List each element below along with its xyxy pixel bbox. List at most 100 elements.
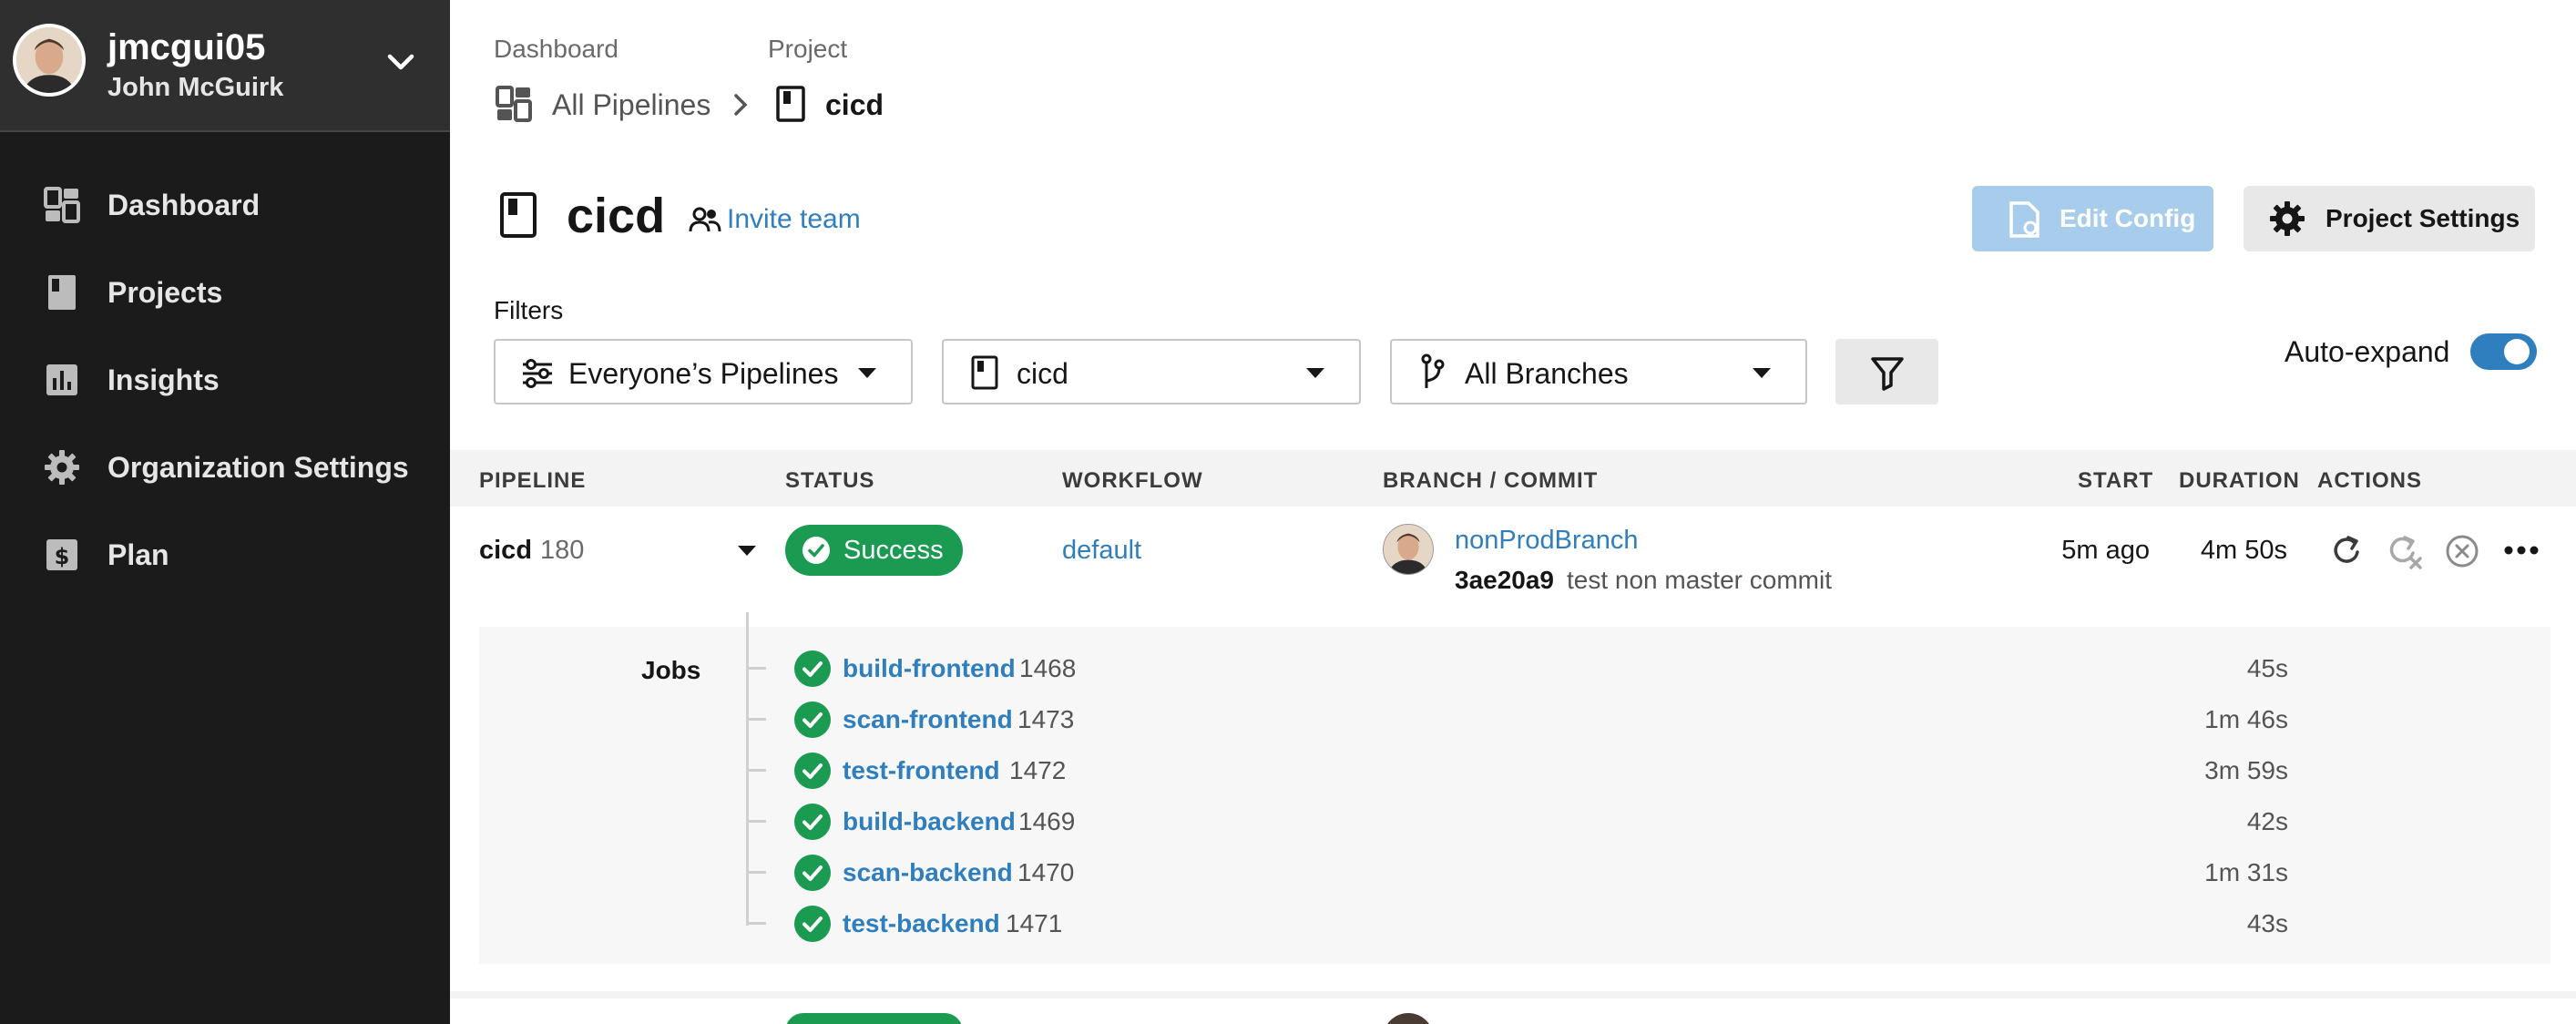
column-header-actions: ACTIONS: [2317, 468, 2422, 493]
filter-button[interactable]: [1835, 339, 1938, 404]
job-duration: 1m 46s: [2204, 705, 2288, 733]
project-filter-select[interactable]: cicd: [942, 339, 1361, 404]
toggle-knob: [2504, 339, 2530, 364]
column-header-duration: DURATION: [2179, 468, 2300, 493]
branch-filter-select[interactable]: All Branches: [1390, 339, 1807, 404]
breadcrumb-project-label: Project: [768, 35, 848, 63]
check-circle-icon: [794, 650, 831, 687]
people-icon: [689, 207, 721, 232]
job-name-link[interactable]: build-backend: [843, 807, 1016, 836]
pipeline-name[interactable]: cicd: [479, 536, 532, 566]
insights-icon: [46, 364, 77, 395]
workflow-link[interactable]: default: [1062, 536, 1141, 566]
avatar: [1383, 524, 1434, 575]
job-name-link[interactable]: test-backend: [843, 909, 1000, 938]
tree-connector: [746, 769, 766, 772]
more-options-icon[interactable]: [2503, 543, 2540, 558]
job-row: test-backend 1471 43s: [0, 898, 2576, 949]
job-name-link[interactable]: build-frontend: [843, 654, 1016, 683]
config-file-icon: [2009, 201, 2039, 238]
project-settings-label: Project Settings: [2326, 204, 2520, 232]
job-row: scan-frontend 1473 1m 46s: [0, 694, 2576, 745]
pipelines-filter-select[interactable]: Everyone’s Pipelines: [494, 339, 913, 404]
job-number: 1469: [1018, 807, 1076, 835]
pipelines-filter-value: Everyone’s Pipelines: [568, 357, 839, 390]
job-number: 1471: [1006, 909, 1063, 937]
job-row: build-frontend 1468 45s: [0, 643, 2576, 694]
sidebar-item-label: Plan: [107, 538, 169, 571]
project-icon: [971, 355, 998, 390]
branch-link[interactable]: nonProdBranch: [1455, 526, 1639, 556]
breadcrumb-current-project: cicd: [825, 88, 884, 121]
plan-icon: $: [46, 539, 77, 570]
chevron-down-icon[interactable]: [381, 42, 421, 82]
sidebar-item-dashboard[interactable]: Dashboard: [0, 169, 450, 241]
check-circle-icon: [794, 804, 831, 840]
edit-config-label: Edit Config: [2060, 204, 2196, 232]
job-row: scan-backend 1470 1m 31s: [0, 847, 2576, 898]
page-title: cicd: [567, 189, 666, 243]
check-circle-icon: [794, 906, 831, 942]
edit-config-button[interactable]: Edit Config: [1972, 186, 2213, 251]
pipeline-number: 180: [540, 536, 585, 565]
job-row: build-backend 1469 42s: [0, 796, 2576, 847]
commit-sha[interactable]: 3ae20a9: [1455, 566, 1554, 595]
gear-icon: [2270, 201, 2305, 236]
caret-down-icon: [1306, 368, 1324, 378]
rerun-icon[interactable]: [2330, 534, 2363, 567]
invite-team-label: Invite team: [727, 204, 861, 234]
breadcrumb-all-pipelines[interactable]: All Pipelines: [552, 88, 710, 122]
breadcrumb-dashboard-label: Dashboard: [494, 35, 618, 63]
pipeline-duration: 4m 50s: [2200, 536, 2287, 565]
job-name-link[interactable]: scan-backend: [843, 858, 1013, 887]
sidebar-item-projects[interactable]: Projects: [0, 256, 450, 329]
tree-connector: [746, 820, 766, 823]
git-branch-icon: [1421, 353, 1445, 388]
username: jmcgui05: [107, 27, 266, 67]
sidebar-item-label: Projects: [107, 276, 223, 309]
project-settings-button[interactable]: Project Settings: [2244, 186, 2535, 251]
project-icon: [776, 86, 805, 122]
rerun-failed-icon[interactable]: [2387, 534, 2423, 570]
auto-expand-toggle[interactable]: [2470, 333, 2537, 370]
job-duration: 42s: [2246, 807, 2288, 835]
job-number: 1473: [1017, 705, 1075, 733]
sidebar-item-label: Insights: [107, 364, 220, 396]
column-header-branch-commit: BRANCH / COMMIT: [1383, 468, 1599, 493]
commit-message: test non master commit: [1567, 566, 1832, 594]
user-menu[interactable]: jmcgui05 John McGuirk: [0, 0, 450, 132]
job-duration: 45s: [2246, 654, 2288, 682]
branch-filter-value: All Branches: [1465, 357, 1629, 390]
gear-icon: [45, 450, 79, 485]
sidebar-item-label: Dashboard: [107, 189, 261, 221]
job-number: 1470: [1017, 858, 1075, 886]
caret-down-icon: [858, 368, 876, 378]
column-header-start: START: [2078, 468, 2154, 493]
check-circle-icon: [794, 753, 831, 789]
column-header-workflow: WORKFLOW: [1062, 468, 1203, 493]
table-row: [450, 991, 2576, 1024]
sidebar-item-insights[interactable]: Insights: [0, 343, 450, 416]
chevron-right-icon: [734, 94, 748, 116]
tree-connector: [746, 922, 766, 925]
funnel-icon: [1871, 357, 1904, 391]
collapse-caret-icon[interactable]: [738, 546, 756, 556]
avatar: [13, 24, 86, 97]
project-filter-value: cicd: [1017, 357, 1068, 390]
status-badge[interactable]: [785, 1013, 963, 1024]
filters-label: Filters: [494, 296, 564, 324]
column-header-pipeline: PIPELINE: [479, 468, 587, 493]
table-header: PIPELINE STATUS WORKFLOW BRANCH / COMMIT…: [450, 450, 2576, 507]
sidebar-item-plan[interactable]: $ Plan: [0, 518, 450, 591]
job-duration: 1m 31s: [2204, 858, 2288, 886]
status-badge[interactable]: Success: [785, 525, 963, 576]
job-number: 1472: [1009, 756, 1067, 784]
job-name-link[interactable]: test-frontend: [843, 756, 1000, 785]
cancel-icon[interactable]: [2445, 534, 2479, 568]
dashboard-icon: [44, 187, 80, 223]
tree-connector: [746, 718, 766, 721]
sliders-icon: [523, 359, 552, 388]
sidebar-item-organization-settings[interactable]: Organization Settings: [0, 431, 450, 504]
column-header-status: STATUS: [785, 468, 875, 493]
job-name-link[interactable]: scan-frontend: [843, 705, 1013, 734]
